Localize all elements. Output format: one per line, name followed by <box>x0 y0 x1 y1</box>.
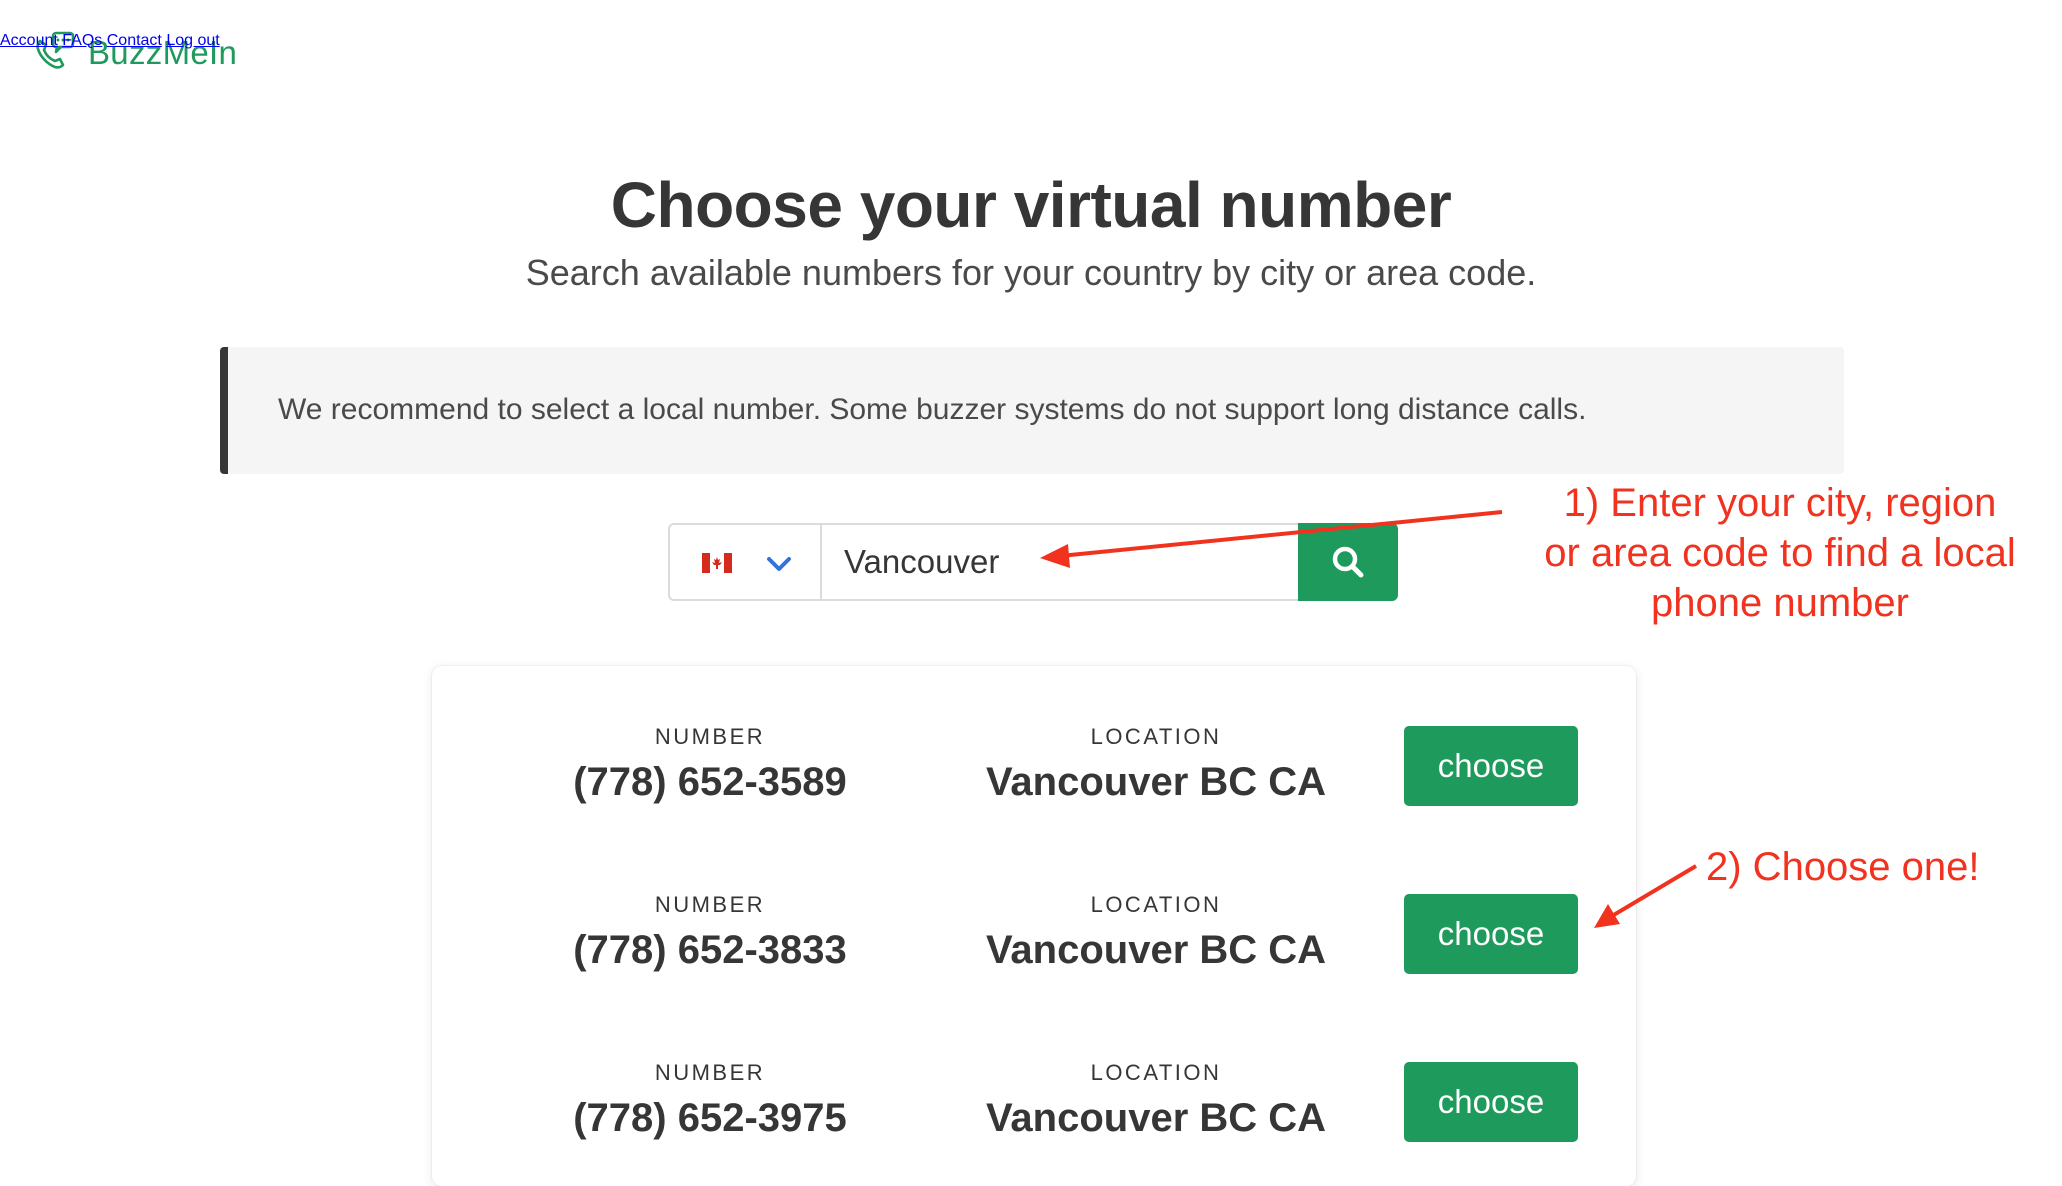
choose-button[interactable]: choose <box>1404 726 1578 806</box>
results-card: NUMBER (778) 652-3589 LOCATION Vancouver… <box>432 666 1636 1186</box>
top-nav: Account FAQs Contact Log out <box>0 32 2062 76</box>
nav-faqs[interactable]: FAQs <box>62 32 102 49</box>
nav-contact[interactable]: Contact <box>107 32 162 49</box>
nav-logout[interactable]: Log out <box>166 32 219 49</box>
phone-number: (778) 652-3589 <box>573 760 847 804</box>
annotation-step1-line: 1) Enter your city, region <box>1563 481 1997 525</box>
location-heading: LOCATION <box>1090 1060 1222 1085</box>
phone-number: (778) 652-3975 <box>573 1096 847 1140</box>
notice-text: We recommend to select a local number. S… <box>278 393 1587 426</box>
annotation-step1: 1) Enter your city, region or area code … <box>1520 478 2040 628</box>
choose-button[interactable]: choose <box>1404 894 1578 974</box>
location-heading: LOCATION <box>1090 892 1222 917</box>
chevron-down-icon <box>767 557 791 571</box>
search-input[interactable] <box>820 523 1300 601</box>
recommendation-notice: We recommend to select a local number. S… <box>220 347 1844 474</box>
annotation-step1-line: or area code to find a local <box>1544 531 2016 575</box>
canada-flag-icon <box>702 553 732 573</box>
location-value: Vancouver BC CA <box>985 760 1327 804</box>
location-heading: LOCATION <box>1090 724 1222 749</box>
location-value: Vancouver BC CA <box>985 1096 1327 1140</box>
search-icon <box>1332 546 1364 578</box>
number-heading: NUMBER <box>654 892 766 917</box>
search-button[interactable] <box>1298 523 1398 601</box>
phone-number: (778) 652-3833 <box>573 928 847 972</box>
page-subtitle: Search available numbers for your countr… <box>525 252 1537 293</box>
number-heading: NUMBER <box>654 724 766 749</box>
choose-button[interactable]: choose <box>1404 1062 1578 1142</box>
annotation-step2: 2) Choose one! <box>1706 845 1980 889</box>
nav-account[interactable]: Account <box>0 32 58 49</box>
number-heading: NUMBER <box>654 1060 766 1085</box>
annotation-step1-line: phone number <box>1651 581 1909 625</box>
location-value: Vancouver BC CA <box>985 928 1327 972</box>
country-select[interactable] <box>668 523 822 601</box>
page-title: Choose your virtual number <box>610 169 1452 241</box>
